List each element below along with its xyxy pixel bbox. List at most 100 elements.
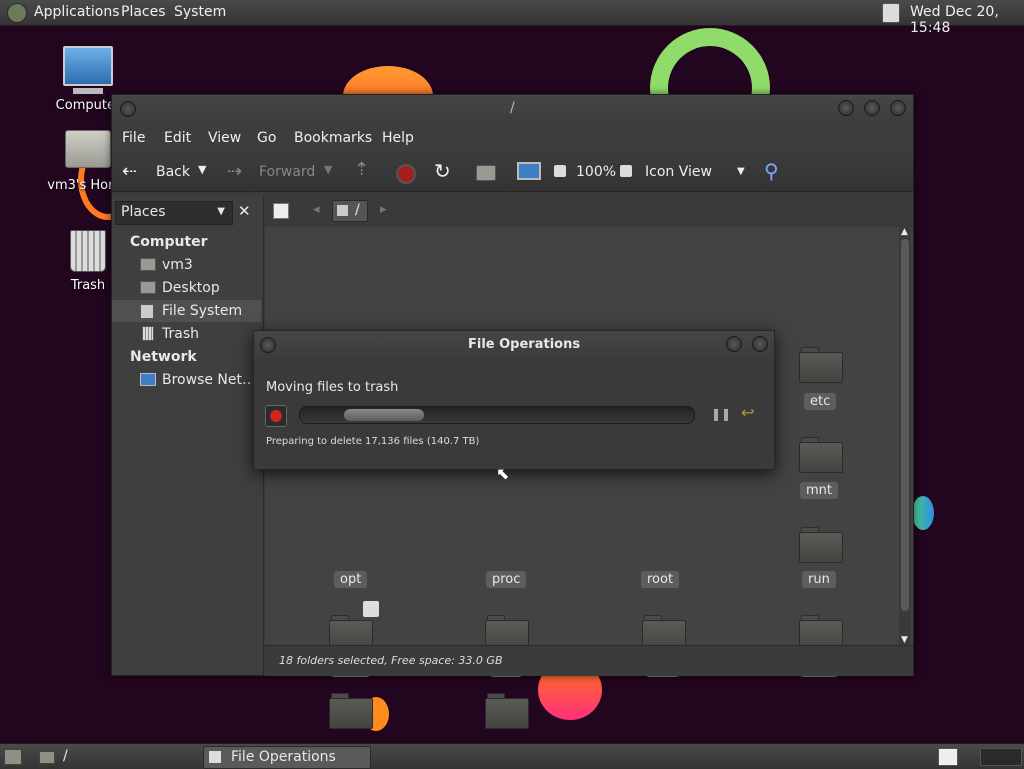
clock[interactable]: Wed Dec 20, 15:48 xyxy=(910,4,1024,36)
task-file-operations[interactable]: File Operations xyxy=(203,746,371,769)
folder-label-etc[interactable]: etc xyxy=(804,393,837,410)
window-title: / xyxy=(510,100,515,116)
location-button-root[interactable]: / xyxy=(332,200,368,222)
location-back-icon[interactable]: ◂ xyxy=(313,202,320,217)
folder-icon[interactable] xyxy=(485,693,529,729)
search-icon[interactable]: ⚲ xyxy=(764,159,779,183)
scrollbar-thumb[interactable] xyxy=(901,239,909,611)
zoom-in-icon[interactable] xyxy=(620,165,632,177)
computer-icon[interactable] xyxy=(517,162,541,180)
menu-view[interactable]: View xyxy=(208,130,241,146)
places-selector[interactable]: Places ▼ xyxy=(115,201,233,225)
workspace-switcher[interactable] xyxy=(938,748,958,766)
dialog-minimize-button[interactable] xyxy=(726,336,742,352)
undo-icon[interactable]: ↩ xyxy=(741,403,754,422)
sidebar-item-vm3[interactable]: vm3 xyxy=(112,254,263,276)
cancel-operation-icon[interactable] xyxy=(265,405,287,427)
show-desktop-icon[interactable] xyxy=(4,749,22,765)
drive-icon xyxy=(337,205,348,216)
home-icon[interactable] xyxy=(476,165,496,181)
applications-menu-icon[interactable] xyxy=(7,3,27,23)
stop-icon[interactable] xyxy=(396,164,416,184)
folder-icon[interactable] xyxy=(485,615,529,651)
notes-icon[interactable] xyxy=(882,3,900,23)
sidebar-item-label: vm3 xyxy=(162,257,193,273)
sidebar-item-label: Browse Net… xyxy=(162,372,257,388)
sidebar: Places ▼ ✕ Computer vm3 Desktop File Sys… xyxy=(112,197,264,675)
folder-icon xyxy=(39,751,55,764)
scrollbar[interactable]: ▲ ▼ xyxy=(899,227,911,645)
operation-heading: Moving files to trash xyxy=(266,380,399,395)
task-label: / xyxy=(63,748,68,764)
dialog-titlebar[interactable]: File Operations xyxy=(254,331,774,359)
workspace-switcher-2[interactable] xyxy=(980,748,1022,766)
folder-icon[interactable] xyxy=(799,437,843,473)
folder-label-opt[interactable]: opt xyxy=(334,571,368,588)
back-button[interactable]: Back xyxy=(156,164,190,180)
window-menu-button[interactable] xyxy=(120,101,136,117)
sidebar-item-browse-network[interactable]: Browse Net… xyxy=(112,369,263,391)
folder-label-root[interactable]: root xyxy=(641,571,680,588)
progress-indicator xyxy=(344,409,424,421)
wallpaper-blue-blob xyxy=(912,496,934,530)
dialog-close-button[interactable] xyxy=(752,336,768,352)
menubar: File Edit View Go Bookmarks Help xyxy=(112,123,913,153)
sidebar-item-file-system[interactable]: File System xyxy=(112,300,261,322)
forward-button: Forward xyxy=(259,164,316,180)
scroll-up-icon[interactable]: ▲ xyxy=(901,227,908,237)
reload-icon[interactable]: ↻ xyxy=(434,159,451,183)
toolbar: ⇠ Back ▼ ⇢ Forward ▼ ⇡ ↻ 100% Icon View … xyxy=(112,153,913,192)
sidebar-section-computer: Computer xyxy=(130,234,208,250)
back-arrow-icon[interactable]: ⇠ xyxy=(122,161,137,182)
folder-label-run[interactable]: run xyxy=(802,571,836,588)
system-menu[interactable]: System xyxy=(174,4,226,20)
bottom-panel: / File Operations xyxy=(0,743,1024,769)
trash-icon xyxy=(142,326,154,341)
folder-label-proc[interactable]: proc xyxy=(486,571,527,588)
places-dropdown-icon: ▼ xyxy=(217,206,225,217)
edit-location-icon[interactable] xyxy=(273,203,289,219)
back-dropdown-icon[interactable]: ▼ xyxy=(198,163,206,176)
trash-icon xyxy=(70,230,106,272)
folder-label-mnt[interactable]: mnt xyxy=(800,482,838,499)
location-label: / xyxy=(355,202,360,218)
computer-icon xyxy=(63,46,113,86)
network-icon xyxy=(140,373,156,386)
minimize-button[interactable] xyxy=(838,100,854,116)
sidebar-item-desktop[interactable]: Desktop xyxy=(112,277,263,299)
menu-go[interactable]: Go xyxy=(257,130,276,146)
location-forward-icon[interactable]: ▸ xyxy=(380,202,387,217)
dialog-title: File Operations xyxy=(468,337,581,352)
menu-help[interactable]: Help xyxy=(382,130,414,146)
window-titlebar[interactable]: / xyxy=(112,95,913,123)
scroll-down-icon[interactable]: ▼ xyxy=(901,635,908,645)
folder-icon[interactable] xyxy=(642,615,686,651)
folder-icon[interactable] xyxy=(799,527,843,563)
view-mode-dropdown-icon[interactable]: ▼ xyxy=(737,166,745,177)
applications-menu[interactable]: Applications xyxy=(34,4,120,20)
menu-bookmarks[interactable]: Bookmarks xyxy=(294,130,372,146)
menu-edit[interactable]: Edit xyxy=(164,130,191,146)
zoom-out-icon[interactable] xyxy=(554,165,566,177)
sidebar-close-icon[interactable]: ✕ xyxy=(238,202,251,220)
places-menu[interactable]: Places xyxy=(121,4,166,20)
task-location[interactable]: / xyxy=(34,746,194,767)
computer-icon-stand xyxy=(73,88,103,94)
view-mode-select[interactable]: Icon View xyxy=(645,164,712,180)
operation-detail: Preparing to delete 17,136 files (140.7 … xyxy=(266,436,480,447)
close-button[interactable] xyxy=(890,100,906,116)
folder-icon[interactable] xyxy=(799,615,843,651)
drive-icon xyxy=(140,304,154,319)
pause-icon[interactable]: ❚❚ xyxy=(711,407,731,421)
folder-icon[interactable] xyxy=(799,347,843,383)
maximize-button[interactable] xyxy=(864,100,880,116)
sidebar-item-trash[interactable]: Trash xyxy=(112,323,263,345)
dialog-menu-button[interactable] xyxy=(260,337,276,353)
home-folder-icon xyxy=(140,258,156,271)
desktop-folder-icon xyxy=(140,281,156,294)
menu-file[interactable]: File xyxy=(122,130,145,146)
folder-icon[interactable] xyxy=(329,693,373,729)
location-bar: ◂ / ▸ xyxy=(265,197,913,227)
forward-dropdown-icon: ▼ xyxy=(324,163,333,176)
folder-icon[interactable] xyxy=(329,615,373,651)
